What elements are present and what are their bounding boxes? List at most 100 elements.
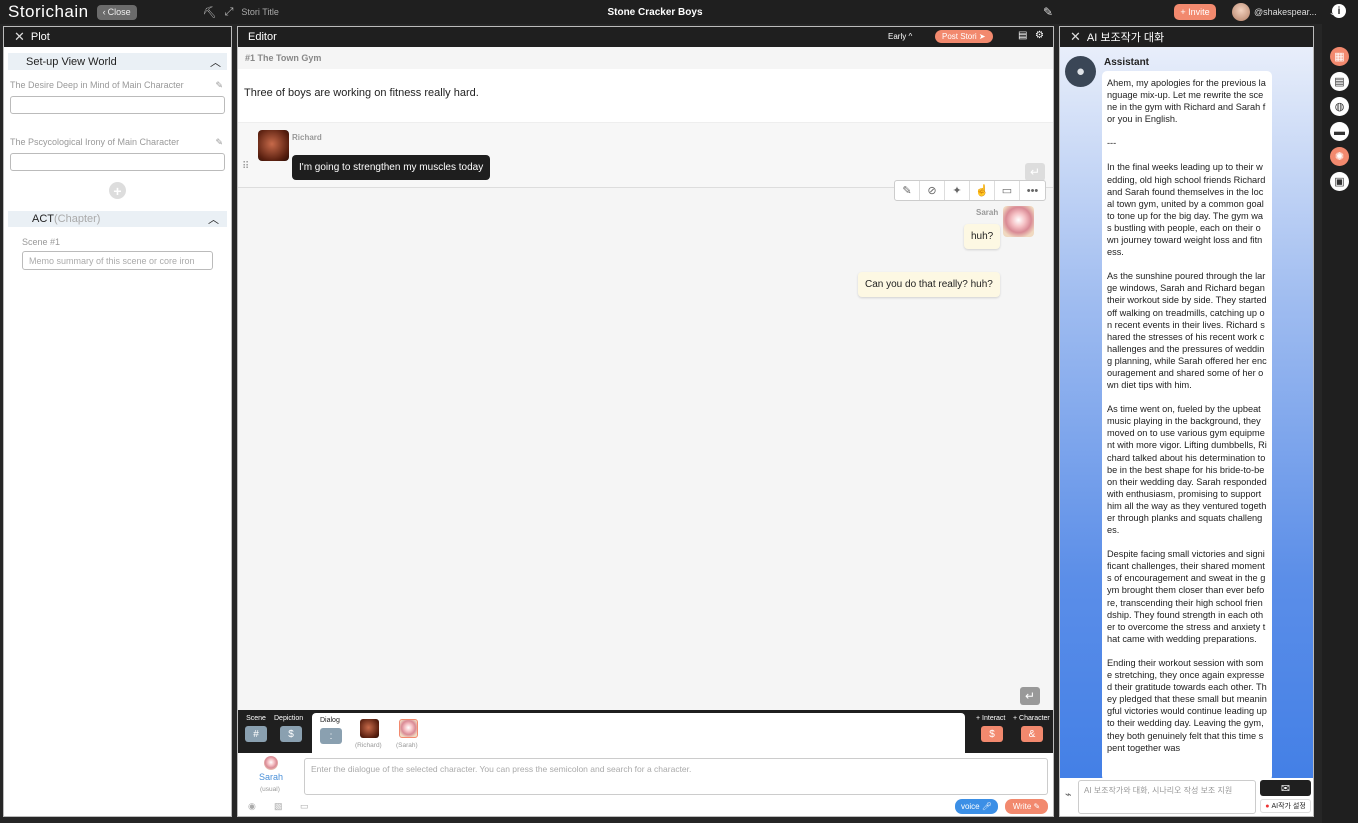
logo: Storichain [8,2,89,21]
field-label: The Desire Deep in Mind of Main Characte… [10,80,223,91]
stori-title-link[interactable]: Stori Title [241,7,279,17]
avatar [1232,3,1250,21]
hide-icon[interactable]: ⊘ [920,181,945,200]
dialog-block[interactable]: ⠿ Richard I'm going to strengthen my mus… [238,122,1053,188]
ampersand-icon: & [1021,726,1043,742]
dialog-bubble[interactable]: I'm going to strengthen my muscles today [292,155,491,180]
editor-title: Editor [248,31,277,43]
tab-scene-label: Scene [246,715,266,722]
post-stori-button[interactable]: Post Stori ➤ [935,30,993,43]
close-label: Close [107,7,131,17]
chat-icon[interactable]: ▬ [1330,122,1349,141]
pencil-icon[interactable]: ✎ [895,181,920,200]
ai-input-bar: ⌁ AI 보조작가와 대화, 시나리오 작성 보조 지원 ✉ ● AI작가 설정 [1060,778,1313,816]
write-label: Write [1012,802,1032,811]
message-paragraph: In the final weeks leading up to their w… [1107,162,1268,258]
dollar-icon: $ [981,726,1003,742]
more-icon[interactable]: ••• [1020,181,1045,200]
chevron-up-icon: ︿ [210,56,221,69]
write-button[interactable]: Write ✎ [1005,799,1048,814]
sarah-char-thumb[interactable] [399,719,418,738]
dialog-input[interactable]: Enter the dialogue of the selected chara… [304,758,1048,795]
drag-handle-icon[interactable]: ⠿ [242,161,249,172]
ai-icon[interactable]: ✺ [1330,147,1349,166]
richard-avatar [258,130,289,161]
username: @shakespear... [1254,7,1317,17]
early-dropdown[interactable]: Early ^ [888,32,912,41]
edit-title-icon[interactable]: ✎ [1043,5,1053,19]
book-icon[interactable]: ▤ [1330,72,1349,91]
dialog-bubble[interactable]: huh? [964,224,1001,249]
memo-input[interactable]: Memo summary of this scene or core iron [22,251,213,270]
message-paragraph: Despite facing small victories and signi… [1107,549,1266,644]
ai-assistant-panel: ✕ AI 보조작가 대화 ● Assistant Ahem, my apolog… [1059,26,1314,817]
dialog-bubble[interactable]: Can you do that really? huh? [858,272,1000,297]
assistant-name: Assistant [1104,57,1150,68]
pencil-icon[interactable]: ✎ [215,137,223,148]
close-button[interactable]: ‹ Close [96,4,137,20]
sparkle-icon[interactable]: ✦ [945,181,970,200]
ai-settings-label: AI작가 설정 [1271,803,1306,810]
current-char-avatar[interactable] [264,756,278,770]
tab-interact[interactable]: + Interact $ [976,715,1005,742]
ai-chat-input[interactable]: AI 보조작가와 대화, 시나리오 작성 보조 지원 [1078,780,1256,814]
depiction-block[interactable]: Three of boys are working on fitness rea… [238,69,1053,122]
message-paragraph: As time went on, fueled by the upbeat mu… [1107,404,1270,536]
calendar-icon[interactable]: ▦ [1330,47,1349,66]
pencil-icon[interactable]: ✎ [215,80,223,91]
plot-title: Plot [30,31,50,43]
paint-roller-icon[interactable]: ⛏ [203,6,217,19]
tab-depiction-label: Depiction [274,715,304,722]
gallery-icon[interactable]: ▧ [274,801,283,812]
keyboard-icon[interactable]: ▭ [300,801,309,812]
film-icon[interactable]: ▣ [1330,172,1349,191]
expand-icon[interactable]: ⤢ [225,6,234,19]
character-label: + Character [1013,715,1050,722]
return-icon[interactable]: ↵ [1020,687,1040,705]
current-char-name[interactable]: Sarah [259,772,283,782]
ai-settings-button[interactable]: ● AI작가 설정 [1260,799,1311,813]
tab-dialog[interactable]: Dialog [320,717,340,724]
editor-panel: Editor Early ^ Post Stori ➤ ▤ ⚙ #1 The T… [237,26,1054,817]
invite-button[interactable]: + Invite [1174,4,1216,20]
globe-icon[interactable]: ◍ [1330,97,1349,116]
info-icon[interactable]: i [1332,4,1346,18]
close-icon[interactable]: ✕ [1070,29,1081,45]
tab-character[interactable]: + Character & [1013,715,1050,742]
tab-depiction[interactable]: Depiction $ [274,715,303,742]
assistant-message: Ahem, my apologies for the previous lang… [1102,71,1272,781]
dialog-tab-panel: Dialog : (Richard) (Sarah) [312,713,965,753]
setup-section[interactable]: Set-up View World ︿ [8,53,227,70]
send-icon[interactable]: ✉ [1260,780,1311,796]
return-icon[interactable]: ↵ [1025,163,1045,181]
plot-header: ✕ Plot [4,27,231,47]
desire-field[interactable] [10,96,225,114]
tab-scene[interactable]: Scene # [245,715,267,742]
document-icon[interactable]: ▤ [1018,30,1027,41]
voice-label: voice [960,802,980,811]
irony-field[interactable] [10,153,225,171]
editor-header: Editor Early ^ Post Stori ➤ ▤ ⚙ [238,27,1053,47]
camera-icon[interactable]: ◉ [248,801,256,812]
settings-icon: ● [1265,802,1270,810]
char2-label: (Sarah) [396,742,418,749]
message-paragraph: As the sunshine poured through the large… [1107,271,1270,391]
act-section[interactable]: ACT(Chapter) ︿ [8,211,227,227]
table-icon[interactable]: ▭ [995,181,1020,200]
hand-icon[interactable]: ☝ [970,181,995,200]
richard-char-thumb[interactable] [360,719,379,738]
colon-icon[interactable]: : [320,728,342,744]
dollar-icon: $ [280,726,302,742]
top-bar: Storichain ‹ Close ⛏ ⤢ Stori Title Stone… [0,0,1358,24]
gear-icon[interactable]: ⚙ [1035,30,1044,41]
act-label: ACT [32,213,54,225]
voice-button[interactable]: voice 🎤︎ [955,799,998,814]
user-menu[interactable]: @shakespear... ⌄ [1232,3,1336,21]
close-icon[interactable]: ✕ [14,29,25,45]
ai-title: AI 보조작가 대화 [1086,32,1165,44]
scene-label: Scene #1 [22,237,61,247]
scene-title[interactable]: #1 The Town Gym [238,47,1053,69]
block-toolbar: ✎ ⊘ ✦ ☝ ▭ ••• [894,180,1046,201]
attach-icon[interactable]: ⌁ [1065,788,1072,801]
add-field-button[interactable]: + [109,182,126,199]
